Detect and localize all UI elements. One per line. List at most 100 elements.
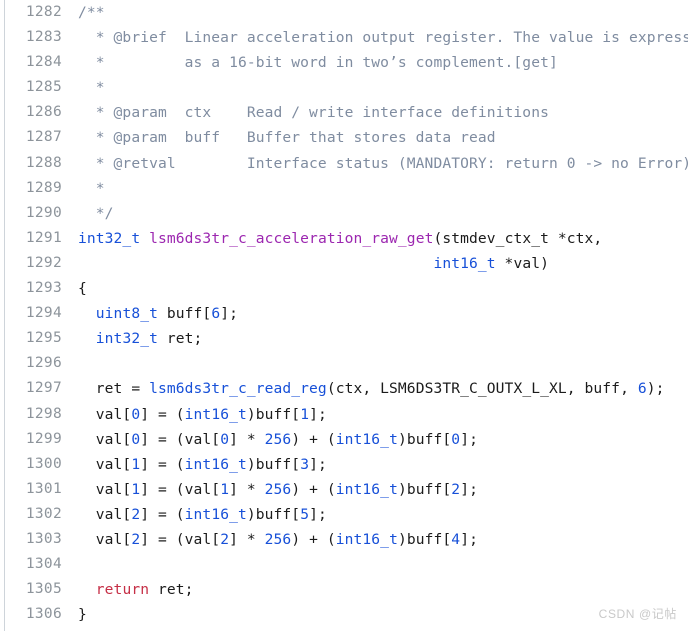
code-line[interactable]: 1304 (0, 552, 688, 577)
code-token: 2 (131, 505, 141, 523)
code-token: ]; (309, 505, 327, 523)
line-content[interactable]: * @param buff Buffer that stores data re… (62, 125, 496, 150)
line-content[interactable]: { (62, 276, 87, 301)
code-token: ] * (229, 530, 265, 548)
line-content[interactable]: int32_t ret; (62, 326, 203, 351)
line-number: 1305 (25, 581, 62, 598)
line-content[interactable]: */ (62, 201, 114, 226)
code-token: 0 (131, 430, 141, 448)
code-token: )buff[ (397, 480, 452, 498)
line-number: 1293 (25, 280, 62, 297)
line-content[interactable]: * (62, 75, 105, 100)
code-line[interactable]: 1296 (0, 351, 688, 376)
code-line[interactable]: 1294 uint8_t buff[6]; (0, 301, 688, 326)
code-line[interactable]: 1297 ret = lsm6ds3tr_c_read_reg(ctx, LSM… (0, 376, 688, 401)
code-token: ret = (78, 380, 150, 398)
code-line[interactable]: 1299 val[0] = (val[0] * 256) + (int16_t)… (0, 427, 688, 452)
line-number: 1291 (25, 229, 62, 246)
code-token: ] = ( (140, 455, 185, 473)
code-token: 256 (264, 480, 292, 498)
line-number: 1297 (25, 380, 62, 397)
code-token: val[ (78, 505, 132, 523)
code-line[interactable]: 1284 * as a 16-bit word in two’s complem… (0, 50, 688, 75)
code-token: ]; (220, 305, 238, 323)
line-number: 1300 (25, 455, 62, 472)
code-line[interactable]: 1306} (0, 602, 688, 627)
line-content[interactable]: * @param ctx Read / write interface defi… (62, 100, 549, 125)
code-line[interactable]: 1291 int32_t lsm6ds3tr_c_acceleration_raw… (0, 226, 688, 251)
code-line[interactable]: 1287 * @param buff Buffer that stores da… (0, 125, 688, 150)
code-token: ]; (460, 430, 478, 448)
line-content[interactable]: /** (62, 0, 105, 25)
line-number: 1301 (25, 480, 62, 497)
code-line[interactable]: 1305 return ret; (0, 577, 688, 602)
line-number: 1282 (25, 4, 62, 20)
line-content[interactable]: * @retval Interface status (MANDATORY: r… (62, 151, 688, 176)
line-content[interactable]: val[0] = (val[0] * 256) + (int16_t)buff[… (62, 427, 478, 452)
code-token: 1 (300, 405, 310, 423)
line-content[interactable]: * (62, 176, 105, 201)
code-line[interactable]: 1301 val[1] = (val[1] * 256) + (int16_t)… (0, 477, 688, 502)
code-token: )buff[ (397, 530, 452, 548)
code-token: int16_t (335, 480, 398, 498)
line-content[interactable]: int32_t lsm6ds3tr_c_acceleration_raw_get… (62, 226, 602, 251)
line-content[interactable]: * @brief Linear acceleration output regi… (62, 25, 688, 50)
line-content[interactable]: uint8_t buff[6]; (62, 301, 238, 326)
line-number: 1290 (25, 204, 62, 221)
code-token: ] = (val[ (140, 480, 221, 498)
code-token: ]; (460, 480, 478, 498)
line-number: 1287 (25, 129, 62, 146)
code-line[interactable]: 1298 val[0] = (int16_t)buff[1]; (0, 402, 688, 427)
code-line[interactable]: 1289 * (0, 176, 688, 201)
line-content[interactable]: * as a 16-bit word in two’s complement.[… (62, 50, 558, 75)
code-token: )buff[ (397, 430, 452, 448)
code-token: 2 (451, 480, 461, 498)
line-number: 1283 (25, 29, 62, 46)
code-line-list[interactable]: 1282 /** 1283 * @brief Linear acceleration… (0, 0, 688, 627)
code-token: val[ (78, 480, 132, 498)
code-line[interactable]: 1292 int16_t *val) (0, 251, 688, 276)
code-token: } (78, 606, 87, 624)
line-content[interactable]: } (62, 602, 87, 627)
code-line[interactable]: 1303 val[2] = (val[2] * 256) + (int16_t)… (0, 527, 688, 552)
code-line[interactable]: 1285 * (0, 75, 688, 100)
code-line[interactable]: 1290 */ (0, 201, 688, 226)
code-token: *val) (495, 254, 549, 272)
code-token: val[ (78, 430, 132, 448)
line-content[interactable]: int16_t *val) (62, 251, 549, 276)
code-token: 1 (131, 455, 141, 473)
code-token: int16_t (184, 405, 247, 423)
watermark-label: CSDN @记帖 (598, 607, 677, 621)
line-content[interactable]: val[2] = (int16_t)buff[5]; (62, 502, 327, 527)
code-line[interactable]: 1295 int32_t ret; (0, 326, 688, 351)
code-token: 0 (451, 430, 461, 448)
line-content[interactable]: return ret; (62, 577, 194, 602)
code-token: )buff[ (246, 405, 301, 423)
line-content[interactable]: val[1] = (val[1] * 256) + (int16_t)buff[… (62, 477, 478, 502)
code-token: ) + ( (291, 480, 336, 498)
line-number: 1294 (25, 305, 62, 322)
code-line[interactable]: 1300 val[1] = (int16_t)buff[3]; (0, 452, 688, 477)
code-viewer[interactable]: 1282 /** 1283 * @brief Linear acceleration… (0, 0, 688, 631)
code-token: 2 (220, 530, 230, 548)
line-number: 1299 (25, 430, 62, 447)
code-token: 1 (131, 480, 141, 498)
line-number: 1304 (25, 556, 62, 573)
code-line[interactable]: 1283 * @brief Linear acceleration output… (0, 25, 688, 50)
code-token: (ctx, LSM6DS3TR_C_OUTX_L_XL, buff, (326, 380, 638, 398)
code-token: ] = ( (140, 505, 185, 523)
code-token: ]; (309, 455, 327, 473)
code-line[interactable]: 1288 * @retval Interface status (MANDATO… (0, 151, 688, 176)
line-content[interactable]: ret = lsm6ds3tr_c_read_reg(ctx, LSM6DS3T… (62, 376, 665, 401)
code-line[interactable]: 1302 val[2] = (int16_t)buff[5]; (0, 502, 688, 527)
line-content[interactable]: val[1] = (int16_t)buff[3]; (62, 452, 327, 477)
code-token: uint8_t (95, 305, 158, 323)
line-content[interactable]: val[2] = (val[2] * 256) + (int16_t)buff[… (62, 527, 478, 552)
code-line[interactable]: 1293 { (0, 276, 688, 301)
code-line[interactable]: 1286 * @param ctx Read / write interface… (0, 100, 688, 125)
code-line[interactable]: 1282 /** (0, 0, 688, 25)
code-token: * @retval Interface status (MANDATORY: r… (78, 154, 688, 172)
line-content[interactable]: val[0] = (int16_t)buff[1]; (62, 402, 327, 427)
